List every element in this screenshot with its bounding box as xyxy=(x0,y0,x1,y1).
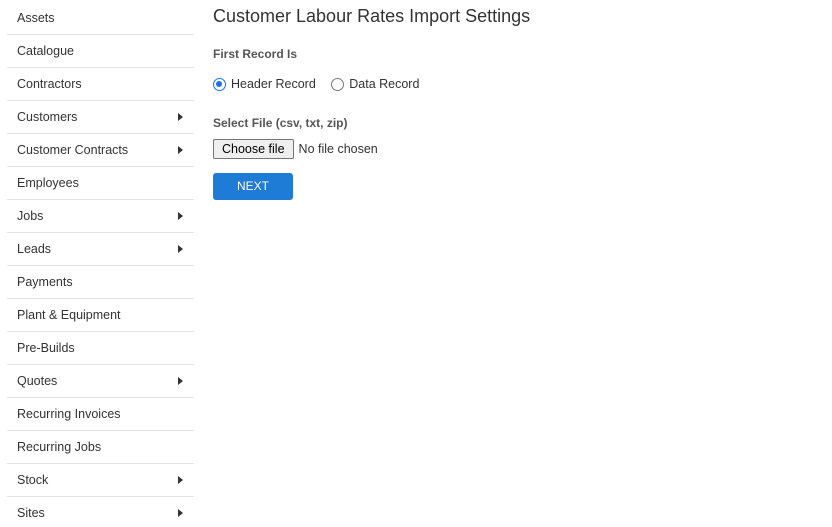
data-record-option[interactable]: Data Record xyxy=(331,77,419,91)
chevron-right-icon xyxy=(178,509,183,517)
sidebar-item-employees[interactable]: Employees xyxy=(7,167,194,200)
sidebar-item-pre-builds[interactable]: Pre-Builds xyxy=(7,332,194,365)
sidebar-item-customer-contracts[interactable]: Customer Contracts xyxy=(7,134,194,167)
chevron-right-icon xyxy=(178,377,183,385)
sidebar-item-plant-equipment[interactable]: Plant & Equipment xyxy=(7,299,194,332)
sidebar-item-label: Stock xyxy=(17,473,49,487)
data-record-radio[interactable] xyxy=(331,77,345,91)
sidebar-item-jobs[interactable]: Jobs xyxy=(7,200,194,233)
sidebar-item-label: Customers xyxy=(17,110,78,124)
file-status-text: No file chosen xyxy=(298,142,378,156)
first-record-radio-group: Header Record Data Record xyxy=(213,77,431,94)
sidebar-item-label: Pre-Builds xyxy=(17,341,75,355)
sidebar-item-recurring-jobs[interactable]: Recurring Jobs xyxy=(7,431,194,464)
header-record-radio[interactable] xyxy=(213,77,226,91)
sidebar-item-leads[interactable]: Leads xyxy=(7,233,194,266)
chevron-right-icon xyxy=(178,476,183,484)
next-button[interactable]: NEXT xyxy=(213,173,293,200)
header-record-option[interactable]: Header Record xyxy=(213,77,316,91)
choose-file-button[interactable]: Choose file xyxy=(213,139,294,159)
sidebar-item-quotes[interactable]: Quotes xyxy=(7,365,194,398)
chevron-right-icon xyxy=(178,245,183,253)
chevron-right-icon xyxy=(178,212,183,220)
first-record-label: First Record Is xyxy=(213,47,298,61)
data-record-label: Data Record xyxy=(349,77,420,91)
sidebar-item-label: Payments xyxy=(17,275,73,289)
sidebar-item-recurring-invoices[interactable]: Recurring Invoices xyxy=(7,398,194,431)
sidebar-item-assets[interactable]: Assets xyxy=(7,2,194,35)
select-file-label: Select File (csv, txt, zip) xyxy=(213,116,348,130)
chevron-right-icon xyxy=(178,113,183,121)
header-record-label: Header Record xyxy=(231,77,316,91)
sidebar-item-payments[interactable]: Payments xyxy=(7,266,194,299)
sidebar-item-label: Sites xyxy=(17,506,45,520)
sidebar-item-stock[interactable]: Stock xyxy=(7,464,194,497)
sidebar-item-label: Contractors xyxy=(17,77,82,91)
page-title: Customer Labour Rates Import Settings xyxy=(213,6,531,26)
sidebar-item-customers[interactable]: Customers xyxy=(7,101,194,134)
file-input: Choose file No file chosen xyxy=(213,139,378,159)
sidebar-item-label: Recurring Invoices xyxy=(17,407,121,421)
chevron-right-icon xyxy=(178,146,183,154)
sidebar-item-label: Jobs xyxy=(17,209,44,223)
sidebar-item-catalogue[interactable]: Catalogue xyxy=(7,35,194,68)
sidebar-item-label: Leads xyxy=(17,242,52,256)
sidebar-item-label: Employees xyxy=(17,176,79,190)
sidebar-item-label: Recurring Jobs xyxy=(17,440,102,454)
sidebar-item-label: Customer Contracts xyxy=(17,143,129,157)
sidebar-item-label: Quotes xyxy=(17,374,58,388)
sidebar: Assets Catalogue Contractors Customers C… xyxy=(7,2,194,527)
sidebar-item-label: Plant & Equipment xyxy=(17,308,121,322)
sidebar-item-contractors[interactable]: Contractors xyxy=(7,68,194,101)
sidebar-item-label: Catalogue xyxy=(17,44,74,58)
sidebar-item-sites[interactable]: Sites xyxy=(7,497,194,527)
sidebar-item-label: Assets xyxy=(17,11,55,25)
